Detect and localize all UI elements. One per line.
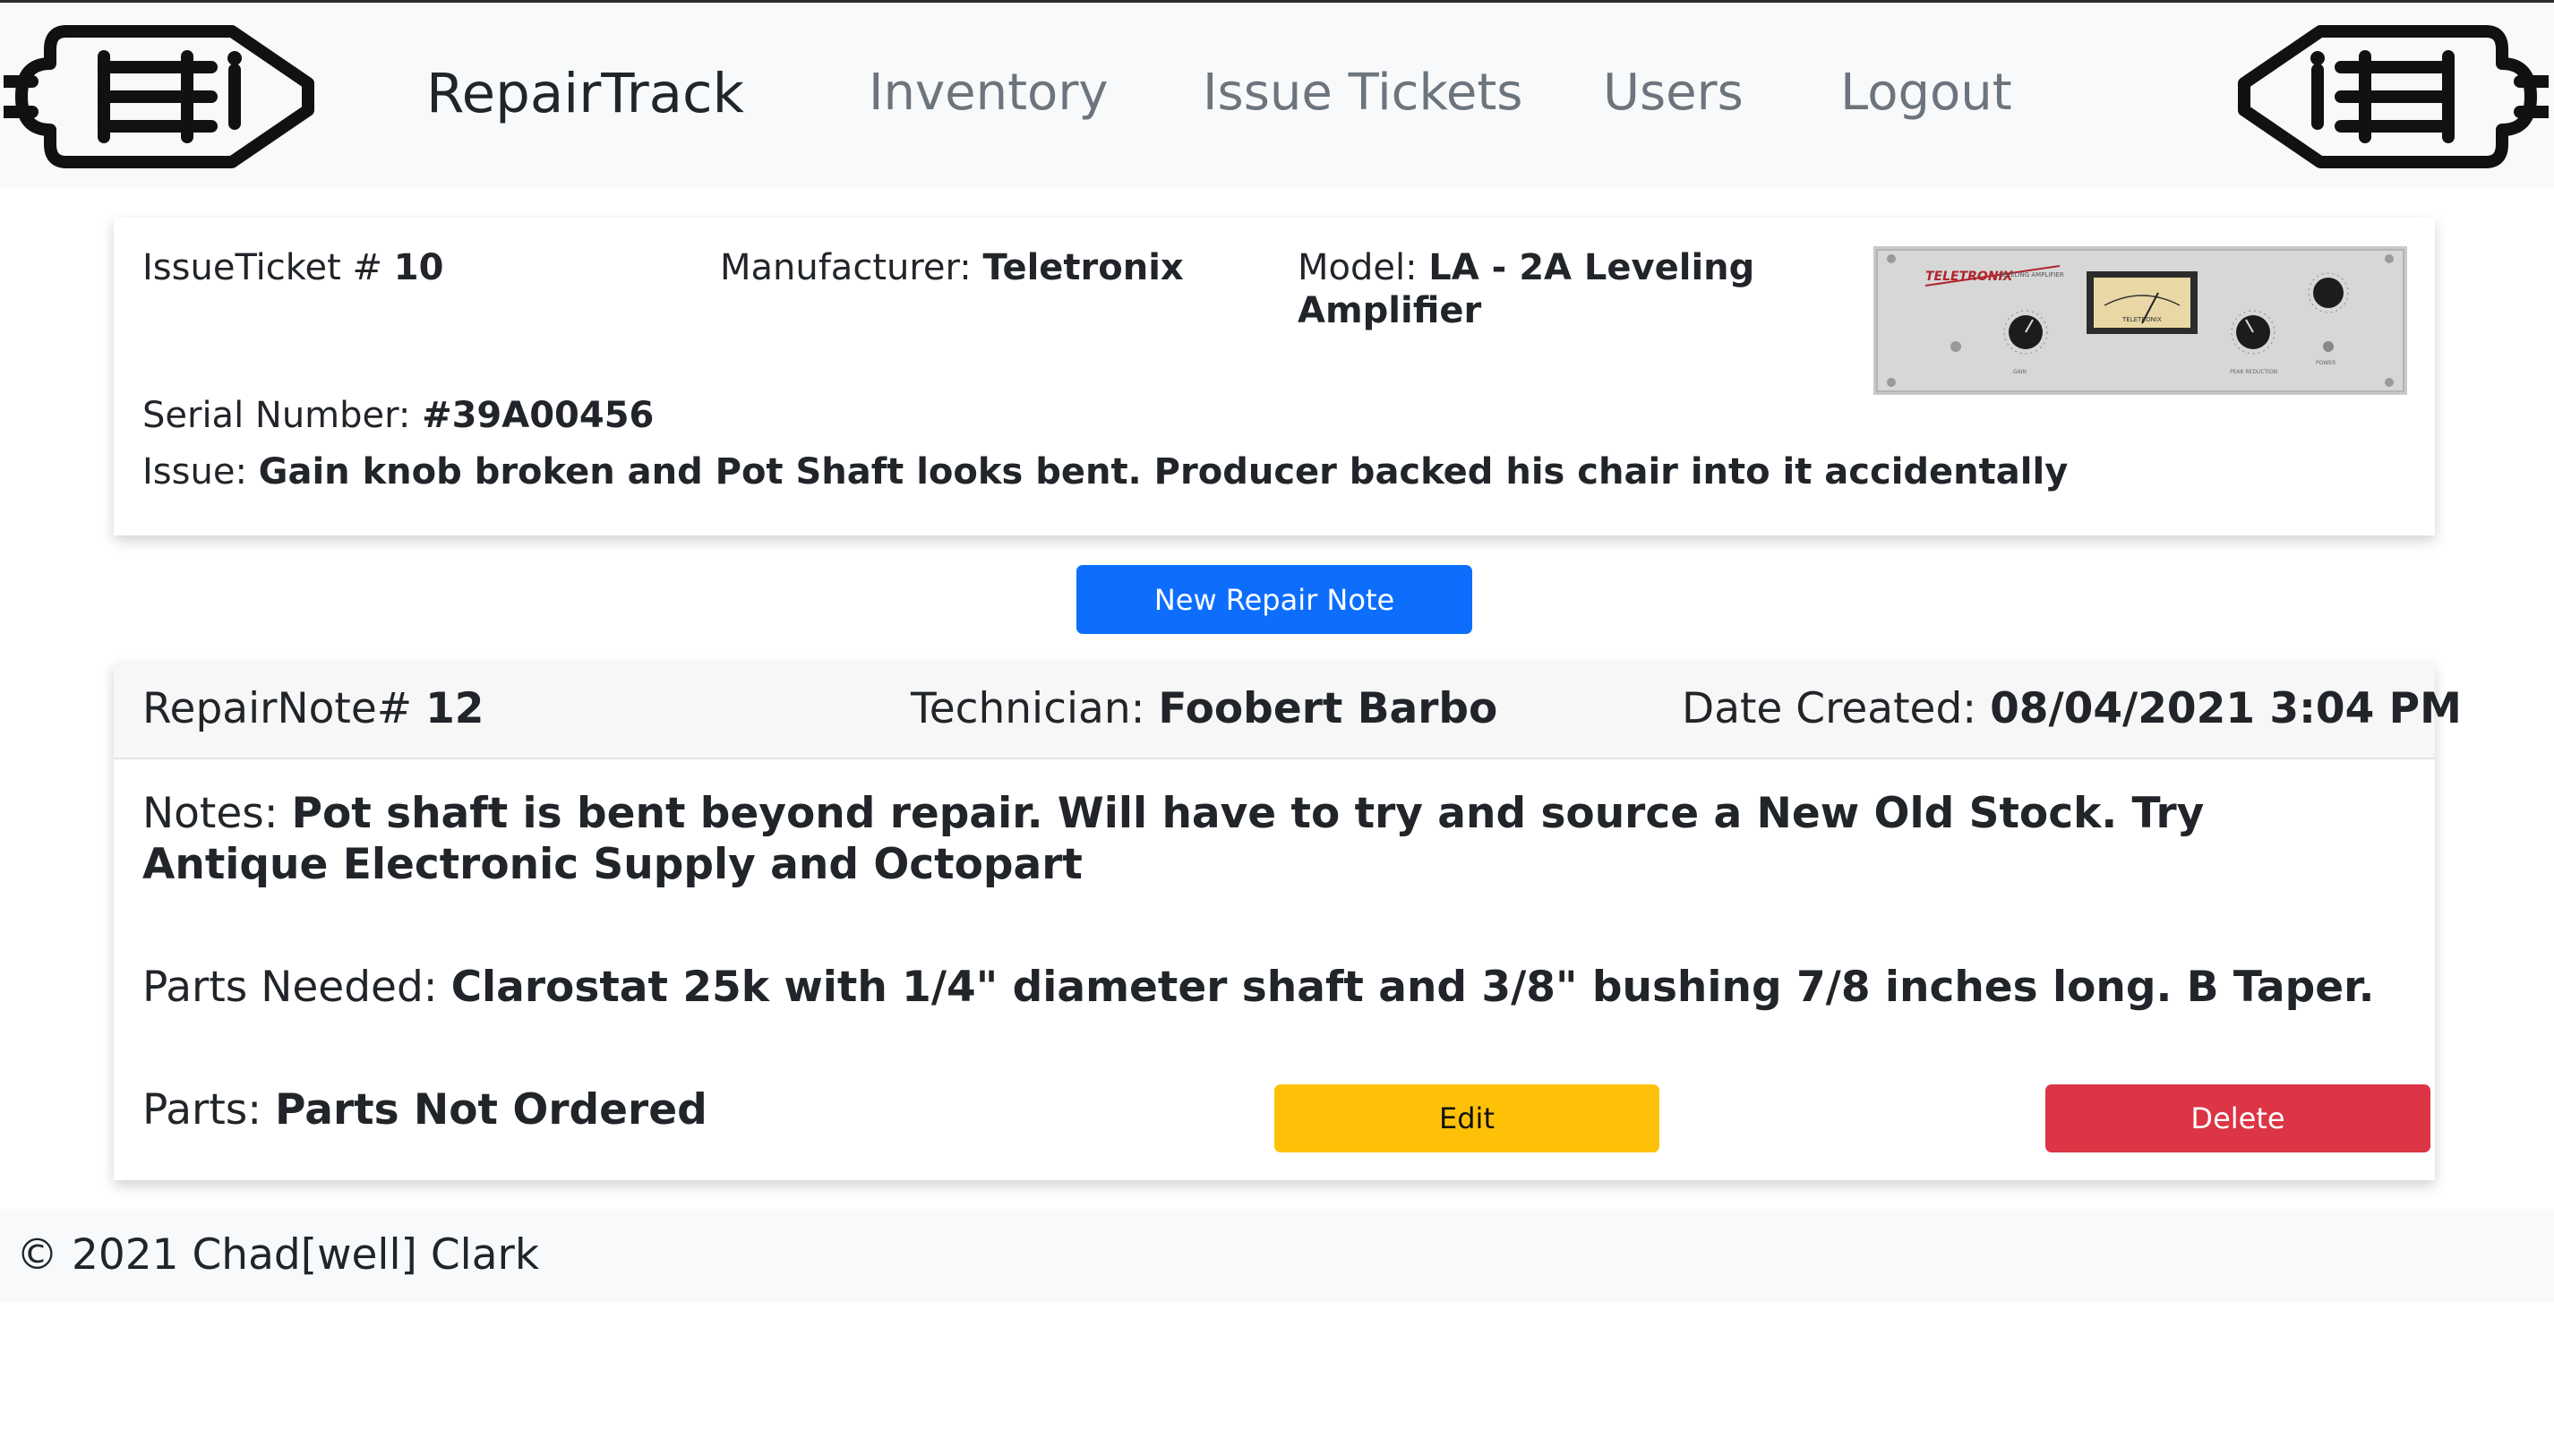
parts-needed-label: Parts Needed: bbox=[142, 963, 451, 1012]
parts-needed: Parts Needed: Clarostat 25k with 1/4" di… bbox=[142, 962, 2374, 1013]
vacuum-tube-icon bbox=[2238, 25, 2549, 168]
repair-note-label: RepairNote# bbox=[142, 684, 426, 733]
repair-note-value: 12 bbox=[425, 684, 484, 733]
brand-link[interactable]: RepairTrack bbox=[426, 62, 744, 125]
serial-number-label: Serial Number: bbox=[142, 395, 423, 436]
image-gain-label: GAIN bbox=[2013, 369, 2027, 375]
image-meter-text: TELETRONIX bbox=[2121, 316, 2162, 323]
issue-value: Gain knob broken and Pot Shaft looks ben… bbox=[258, 451, 2069, 492]
issue-label: Issue: bbox=[142, 451, 259, 492]
vacuum-tube-icon[interactable] bbox=[4, 21, 335, 173]
copyright-text: © 2021 Chad[well] Clark bbox=[16, 1230, 540, 1280]
footer: © 2021 Chad[well] Clark bbox=[0, 1209, 2554, 1302]
model: Model: LA - 2A Leveling Amplifier bbox=[1298, 246, 1763, 332]
notes-label: Notes: bbox=[142, 789, 292, 838]
date-created-value: 08/04/2021 3:04 PM bbox=[1990, 684, 2462, 733]
notes-value: Pot shaft is bent beyond repair. Will ha… bbox=[142, 789, 2205, 889]
new-repair-note-button[interactable]: New Repair Note bbox=[1076, 565, 1472, 634]
issue-ticket-card: IssueTicket # 10 Manufacturer: Teletroni… bbox=[114, 218, 2435, 535]
navbar: RepairTrack Inventory Issue Tickets User… bbox=[0, 3, 2554, 187]
date-created: Date Created: 08/04/2021 3:04 PM bbox=[1682, 684, 2462, 734]
nav-link-inventory[interactable]: Inventory bbox=[869, 64, 1108, 122]
manufacturer-label: Manufacturer: bbox=[720, 247, 983, 288]
image-subtitle: LEVELING AMPLIFIER bbox=[1999, 271, 2064, 278]
model-label: Model: bbox=[1298, 247, 1429, 288]
ticket-number: IssueTicket # 10 bbox=[142, 246, 443, 289]
product-image: TELETRONIX LEVELING AMPLIFIER TELETRONIX… bbox=[1873, 246, 2407, 395]
date-created-label: Date Created: bbox=[1682, 684, 1991, 733]
image-power-label: POWER bbox=[2316, 360, 2335, 366]
edit-button[interactable]: Edit bbox=[1274, 1084, 1659, 1152]
repair-notes: Notes: Pot shaft is bent beyond repair. … bbox=[142, 788, 2399, 890]
repair-note-card: RepairNote# 12 Technician: Foobert Barbo… bbox=[114, 663, 2462, 1180]
ticket-number-value: 10 bbox=[393, 247, 444, 288]
serial-number: Serial Number: #39A00456 bbox=[142, 394, 654, 437]
delete-button[interactable]: Delete bbox=[2045, 1084, 2430, 1152]
manufacturer: Manufacturer: Teletronix bbox=[720, 246, 1184, 289]
nav-link-logout[interactable]: Logout bbox=[1840, 64, 2012, 122]
parts-status-value: Parts Not Ordered bbox=[275, 1085, 707, 1135]
repair-note-number: RepairNote# 12 bbox=[142, 684, 484, 734]
technician-value: Foobert Barbo bbox=[1158, 684, 1498, 733]
nav-link-users[interactable]: Users bbox=[1603, 64, 1744, 122]
manufacturer-value: Teletronix bbox=[982, 247, 1184, 288]
parts-needed-value: Clarostat 25k with 1/4" diameter shaft a… bbox=[450, 963, 2375, 1012]
serial-number-value: #39A00456 bbox=[422, 395, 655, 436]
technician-label: Technician: bbox=[911, 684, 1159, 733]
ticket-number-label: IssueTicket # bbox=[142, 247, 394, 288]
parts-status-label: Parts: bbox=[142, 1085, 276, 1135]
repair-note-header: RepairNote# 12 Technician: Foobert Barbo… bbox=[114, 663, 2462, 759]
parts-status: Parts: Parts Not Ordered bbox=[142, 1084, 707, 1135]
nav-link-issue-tickets[interactable]: Issue Tickets bbox=[1203, 64, 1522, 122]
issue-description: Issue: Gain knob broken and Pot Shaft lo… bbox=[142, 450, 2068, 493]
technician: Technician: Foobert Barbo bbox=[911, 684, 1497, 734]
image-peak-label: PEAK REDUCTION bbox=[2230, 369, 2277, 375]
